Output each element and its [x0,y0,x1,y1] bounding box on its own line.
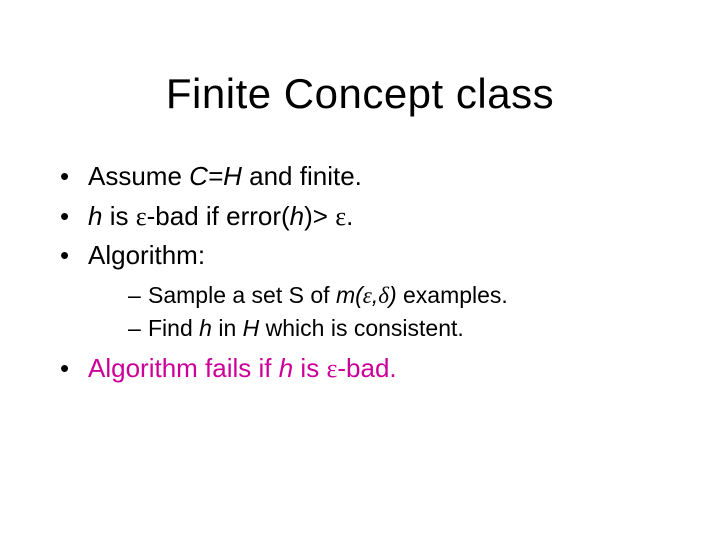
text: Algorithm fails if [88,353,279,383]
bullet-3: Algorithm: Sample a set S of m(ε,δ) exam… [60,237,670,344]
bullet-1: Assume C=H and finite. [60,158,670,196]
text: is [293,353,326,383]
text: is [102,201,135,231]
text: Sample a set S of [148,282,336,308]
text: -bad if error( [147,201,290,231]
text: Algorithm: [88,240,205,270]
text-italic: H [243,315,260,341]
text-italic: h [88,201,102,231]
text: -bad. [337,353,396,383]
text: in [212,315,243,341]
delta-symbol: δ [378,283,389,308]
text: examples. [397,282,508,308]
slide-title: Finite Concept class [50,70,670,118]
bullet-list: Assume C=H and finite. h is ε-bad if err… [60,158,670,388]
epsilon-symbol: ε [326,354,337,383]
text-italic: ) [389,282,397,308]
text: which is consistent. [259,315,464,341]
epsilon-symbol: ε [363,283,372,308]
text: . [346,201,353,231]
sub-bullet-2: Find h in H which is consistent. [128,312,670,344]
text-italic: C=H [189,161,242,191]
text: Find [148,315,199,341]
epsilon-symbol: ε [136,202,147,231]
text: and finite. [242,161,362,191]
bullet-4: Algorithm fails if h is ε-bad. [60,350,670,388]
text-italic: h [290,201,304,231]
text: )> [304,201,335,231]
text-italic: m( [336,282,363,308]
sub-bullet-1: Sample a set S of m(ε,δ) examples. [128,279,670,312]
bullet-2: h is ε-bad if error(h)> ε. [60,198,670,236]
text-italic: h [199,315,212,341]
epsilon-symbol: ε [335,202,346,231]
sub-list: Sample a set S of m(ε,δ) examples. Find … [128,279,670,344]
slide: Finite Concept class Assume C=H and fini… [0,0,720,540]
text: Assume [88,161,189,191]
text-italic: h [279,353,293,383]
